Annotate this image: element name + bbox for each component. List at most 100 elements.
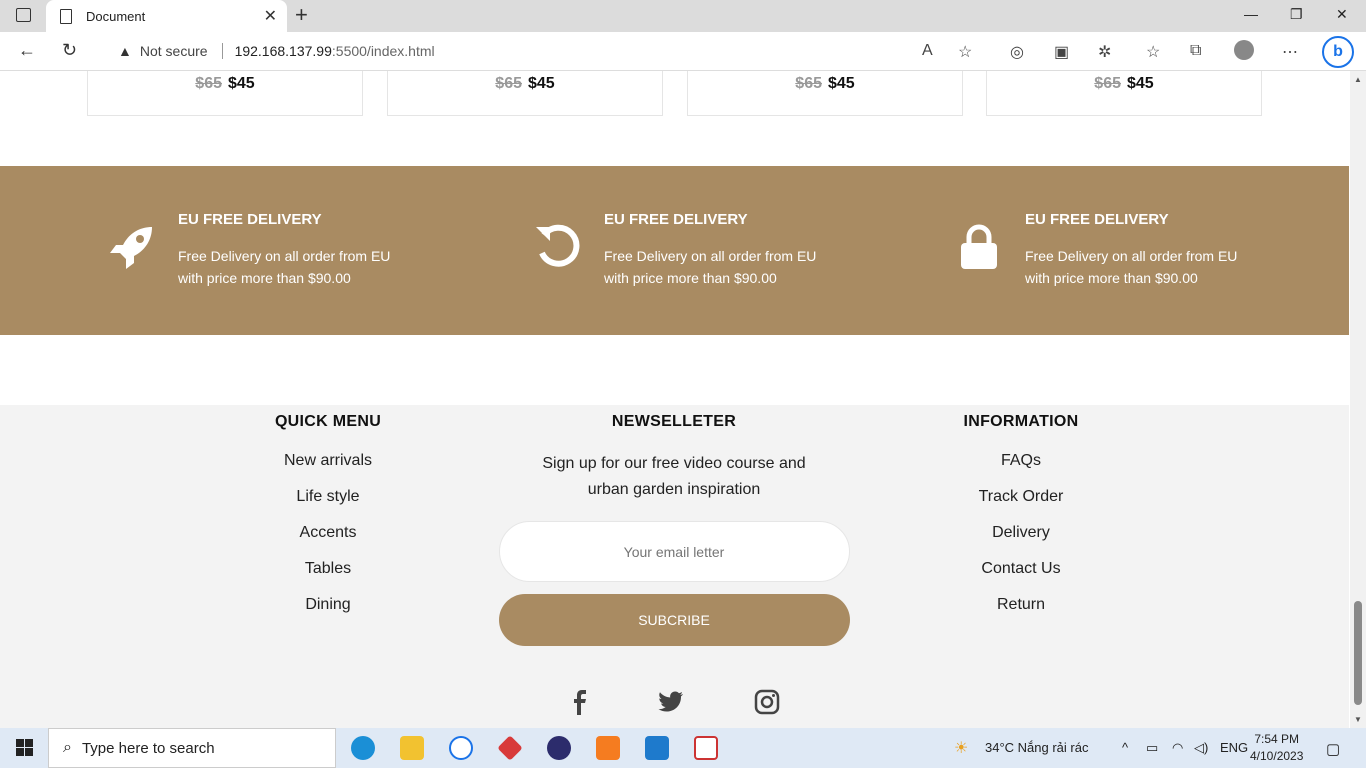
file-explorer-icon[interactable] <box>400 736 424 760</box>
vscode-icon[interactable] <box>645 736 669 760</box>
quick-menu-column: QUICK MENU New arrivals Life style Accen… <box>228 413 428 631</box>
add-favorite-icon[interactable]: ☆ <box>958 42 972 62</box>
information-link[interactable]: FAQs <box>921 451 1121 487</box>
product-card[interactable]: $65 $45 <box>687 71 963 116</box>
feature-description: Free Delivery on all order from EU with … <box>1025 248 1238 286</box>
information-title: INFORMATION <box>963 413 1079 430</box>
old-price: $65 <box>1094 75 1121 92</box>
subscribe-button[interactable]: SUBCRIBE <box>498 594 850 646</box>
information-link[interactable]: Delivery <box>921 523 1121 559</box>
battery-icon[interactable]: ▭ <box>1146 740 1158 756</box>
price: $45 <box>528 75 555 92</box>
compass-icon[interactable]: ◎ <box>1010 42 1024 62</box>
collections-icon[interactable]: ⧉ <box>1190 42 1201 60</box>
notifications-icon[interactable]: ▢ <box>1326 740 1340 758</box>
facebook-icon[interactable] <box>564 687 594 717</box>
weather-icon[interactable]: ☀ <box>954 738 968 758</box>
old-price: $65 <box>195 75 222 92</box>
newsletter-text: Sign up for our free video course and ur… <box>542 455 806 498</box>
language-indicator[interactable]: ENG <box>1220 740 1248 755</box>
document-icon <box>60 8 72 24</box>
extensions-icon[interactable]: ✲ <box>1098 42 1111 62</box>
clock[interactable]: 7:54 PM 4/10/2023 <box>1250 731 1303 765</box>
extension-icon[interactable]: ▣ <box>1054 42 1069 62</box>
windows-taskbar: ⌕ Type here to search ☀ 34°C Nắng rải rá… <box>0 728 1366 768</box>
search-icon: ⌕ <box>63 739 72 756</box>
search-placeholder: Type here to search <box>81 739 215 757</box>
edge-icon[interactable] <box>351 736 375 760</box>
window-close-button[interactable]: ✕ <box>1336 6 1348 23</box>
price: $45 <box>1127 75 1154 92</box>
divider <box>221 43 223 59</box>
clock-time: 7:54 PM <box>1254 732 1300 746</box>
read-aloud-icon[interactable]: A <box>922 42 933 60</box>
rocket-icon <box>110 227 152 269</box>
weather-text[interactable]: 34°C Nắng rải rác <box>985 740 1088 755</box>
newsletter-title: NEWSELLETER <box>611 413 737 430</box>
eclipse-icon[interactable] <box>547 736 571 760</box>
feature-description: Free Delivery on all order from EU with … <box>178 248 391 286</box>
page-viewport: $65 $45 $65 $45 $65 $45 $65 $45 EU FREE DELI… <box>0 71 1349 728</box>
scroll-down-icon[interactable]: ▼ <box>1354 715 1362 724</box>
instagram-icon[interactable] <box>752 687 782 717</box>
information-link[interactable]: Contact Us <box>921 559 1121 595</box>
quick-menu-link[interactable]: Tables <box>228 559 428 595</box>
app-icon[interactable] <box>694 736 718 760</box>
refresh-icon <box>536 224 580 267</box>
quick-menu-link[interactable]: Dining <box>228 595 428 631</box>
feature-description: Free Delivery on all order from EU with … <box>604 248 817 286</box>
old-price: $65 <box>795 75 822 92</box>
feature-title: EU FREE DELIVERY <box>1025 211 1169 228</box>
xampp-icon[interactable] <box>596 736 620 760</box>
close-tab-icon[interactable]: ✕ <box>264 6 277 26</box>
address-bar[interactable]: ▲ Not secure 192.168.137.99:5500/index.h… <box>100 36 990 66</box>
favorites-icon[interactable]: ☆ <box>1146 42 1160 62</box>
email-input[interactable] <box>498 521 850 582</box>
volume-icon[interactable]: ◁) <box>1194 740 1208 756</box>
url-host: 192.168.137.99 <box>234 43 332 59</box>
tab-title: Document <box>86 8 146 24</box>
zalo-icon[interactable] <box>449 736 473 760</box>
app-icon[interactable] <box>497 735 523 761</box>
newsletter-column: NEWSELLETER Sign up for our free video c… <box>474 413 874 646</box>
security-label: Not secure <box>139 43 208 59</box>
feature-title: EU FREE DELIVERY <box>178 211 322 228</box>
information-link[interactable]: Track Order <box>921 487 1121 523</box>
more-menu-icon[interactable]: ⋯ <box>1282 42 1298 62</box>
new-tab-button[interactable]: + <box>295 4 308 26</box>
product-card[interactable]: $65 $45 <box>986 71 1262 116</box>
browser-tab-strip: Document ✕ + — ❐ ✕ <box>0 0 1366 32</box>
page-scrollbar[interactable]: ▲ ▼ <box>1350 71 1366 728</box>
quick-menu-link[interactable]: Life style <box>228 487 428 523</box>
price: $45 <box>828 75 855 92</box>
minimize-button[interactable]: — <box>1244 6 1258 22</box>
product-card[interactable]: $65 $45 <box>387 71 663 116</box>
profile-avatar[interactable] <box>1234 40 1254 60</box>
refresh-button[interactable]: ↻ <box>62 40 77 61</box>
chevron-up-icon[interactable]: ^ <box>1122 740 1128 755</box>
quick-menu-title: QUICK MENU <box>274 413 382 430</box>
browser-tab[interactable]: Document ✕ <box>46 0 287 32</box>
feature-title: EU FREE DELIVERY <box>604 211 748 228</box>
scroll-up-icon[interactable]: ▲ <box>1354 75 1362 84</box>
information-column: INFORMATION FAQs Track Order Delivery Co… <box>921 413 1121 631</box>
scrollbar-thumb[interactable] <box>1354 601 1362 705</box>
price: $45 <box>228 75 255 92</box>
clock-date: 4/10/2023 <box>1250 749 1304 763</box>
twitter-icon[interactable] <box>656 687 686 717</box>
warning-icon: ▲ <box>118 43 132 59</box>
quick-menu-link[interactable]: New arrivals <box>228 451 428 487</box>
lock-icon <box>961 224 997 269</box>
old-price: $65 <box>495 75 522 92</box>
information-link[interactable]: Return <box>921 595 1121 631</box>
tab-actions-icon[interactable] <box>16 8 31 22</box>
quick-menu-link[interactable]: Accents <box>228 523 428 559</box>
windows-start-icon[interactable] <box>16 739 33 756</box>
bing-icon[interactable]: b <box>1322 36 1354 68</box>
wifi-icon[interactable]: ◠ <box>1172 740 1183 756</box>
taskbar-search[interactable]: ⌕ Type here to search <box>48 728 336 768</box>
back-button[interactable]: ← <box>18 40 36 61</box>
product-card[interactable]: $65 $45 <box>87 71 363 116</box>
url-path: :5500/index.html <box>331 43 435 59</box>
maximize-button[interactable]: ❐ <box>1290 6 1303 23</box>
